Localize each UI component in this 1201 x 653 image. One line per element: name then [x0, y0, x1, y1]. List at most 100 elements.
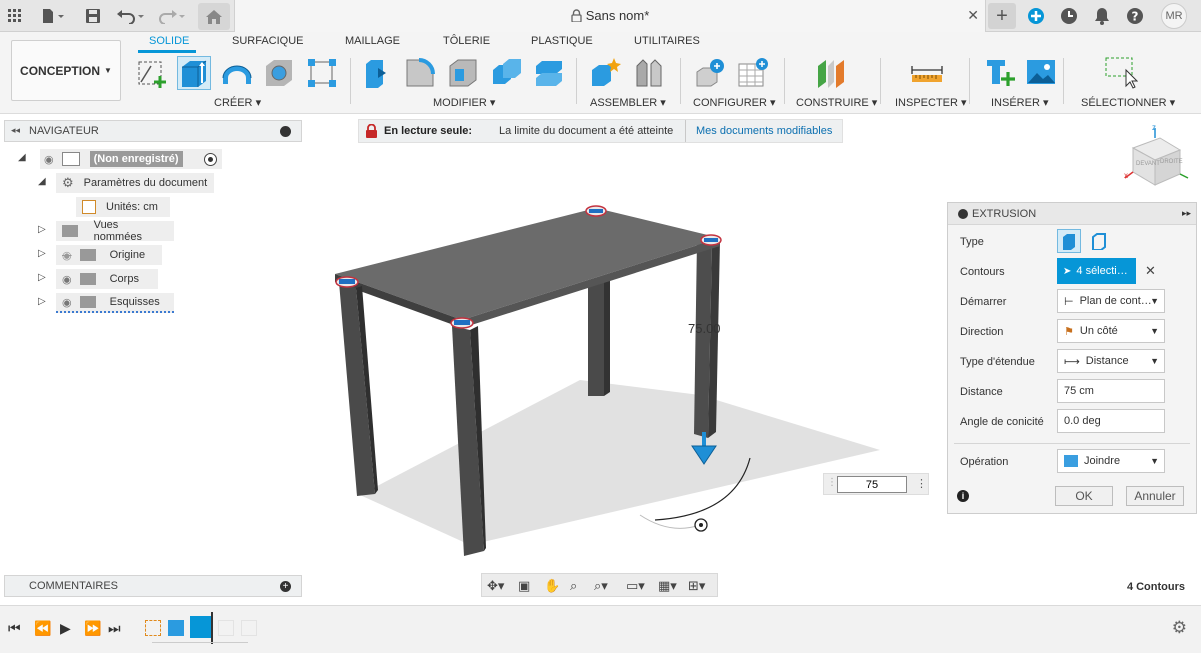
nav-root[interactable]: ◉ (Non enregistré)	[40, 149, 222, 169]
minimize-icon[interactable]	[280, 126, 291, 137]
go-to-start-icon[interactable]: ⏮	[8, 620, 21, 637]
insert-mcmaster-icon[interactable]	[983, 56, 1017, 90]
expand-bodies-icon[interactable]: ▷	[38, 272, 46, 283]
more-options-icon[interactable]: ⋮	[916, 477, 927, 490]
group-label-assembler[interactable]: ASSEMBLER ▾	[590, 96, 666, 109]
job-status-icon[interactable]	[1057, 4, 1081, 28]
editable-documents-link[interactable]: Mes documents modifiables	[696, 125, 832, 137]
measure-icon[interactable]	[910, 56, 944, 90]
tab-plastique[interactable]: PLASTIQUE	[531, 35, 593, 47]
timeline-feature-extrude[interactable]	[168, 620, 184, 636]
window-select-icon[interactable]	[1104, 56, 1139, 90]
file-menu-icon[interactable]	[37, 4, 69, 28]
press-pull-icon[interactable]	[360, 56, 394, 90]
group-label-inspecter[interactable]: INSPECTER ▾	[895, 96, 967, 109]
contours-select-button[interactable]: ➤ 4 sélecti…	[1057, 258, 1136, 284]
extensions-icon[interactable]	[1024, 4, 1048, 28]
fit-view-icon[interactable]: ⌕▾	[594, 578, 608, 594]
visibility-eye-icon[interactable]: ◉	[62, 296, 72, 309]
joint-icon[interactable]	[632, 56, 666, 90]
group-label-selectionner[interactable]: SÉLECTIONNER ▾	[1081, 96, 1175, 109]
viewports-icon[interactable]: ⊞▾	[688, 578, 705, 594]
timeline-feature-future-2[interactable]	[241, 620, 257, 636]
visibility-eye-icon[interactable]: ◉	[44, 153, 54, 166]
viewcube[interactable]	[1124, 128, 1189, 186]
help-icon[interactable]: ?	[1123, 4, 1147, 28]
tab-utilitaires[interactable]: UTILITAIRES	[634, 35, 700, 47]
revolve-icon[interactable]	[220, 56, 254, 90]
info-icon[interactable]: i	[957, 490, 969, 502]
undo-icon[interactable]	[114, 4, 148, 28]
redo-icon[interactable]	[155, 4, 189, 28]
direction-dropdown[interactable]: ⚑ Un côté ▼	[1057, 319, 1165, 343]
look-at-icon[interactable]: ▣	[518, 578, 530, 594]
offset-plane-icon[interactable]	[815, 56, 849, 90]
home-icon[interactable]	[198, 3, 230, 30]
extent-dropdown[interactable]: ⟼ Distance ▼	[1057, 349, 1165, 373]
insert-canvas-icon[interactable]	[1024, 56, 1058, 90]
step-back-icon[interactable]: ⏪	[34, 620, 51, 637]
create-sketch-icon[interactable]	[135, 56, 169, 90]
expand-settings-icon[interactable]: ◢	[38, 176, 46, 187]
configuration-table-icon[interactable]	[736, 56, 770, 90]
tab-surfacique[interactable]: SURFACIQUE	[232, 35, 304, 47]
taper-angle-input[interactable]: 0.0 deg	[1057, 409, 1165, 433]
expand-arrows-icon[interactable]: ▸▸	[1182, 208, 1191, 219]
document-tab[interactable]: Sans nom* ✕	[234, 0, 986, 32]
operation-dropdown[interactable]: Joindre ▼	[1057, 449, 1165, 473]
type-solid-icon[interactable]	[1057, 229, 1081, 253]
group-label-configurer[interactable]: CONFIGURER ▾	[693, 96, 776, 109]
timeline-feature-future-1[interactable]	[218, 620, 234, 636]
expand-origin-icon[interactable]: ▷	[38, 248, 46, 259]
group-label-inserer[interactable]: INSÉRER ▾	[991, 96, 1048, 109]
hole-icon[interactable]	[262, 56, 296, 90]
configure-icon[interactable]	[693, 56, 727, 90]
timeline-feature-sketch[interactable]	[145, 620, 161, 636]
collapse-arrows-icon[interactable]: ◂◂	[11, 125, 20, 136]
extrude-icon[interactable]	[177, 56, 211, 90]
user-avatar[interactable]: MR	[1161, 3, 1187, 29]
app-grid-icon[interactable]	[3, 4, 27, 28]
start-dropdown[interactable]: ⊢ Plan de cont… ▼	[1057, 289, 1165, 313]
expand-root-icon[interactable]: ◢	[18, 152, 26, 163]
new-tab-icon[interactable]: +	[988, 3, 1016, 29]
tab-tolerie[interactable]: TÔLERIE	[443, 35, 490, 47]
group-label-creer[interactable]: CRÉER ▾	[214, 96, 261, 109]
comments-bar[interactable]: COMMENTAIRES +	[4, 575, 302, 597]
nav-named-views[interactable]: Vues nommées	[56, 219, 174, 243]
close-tab-icon[interactable]: ✕	[967, 7, 979, 24]
expand-views-icon[interactable]: ▷	[38, 224, 46, 235]
visibility-eye-icon[interactable]: ◉	[62, 273, 72, 286]
go-to-end-icon[interactable]: ⏭	[108, 620, 121, 637]
fillet-icon[interactable]	[404, 56, 438, 90]
type-thin-icon[interactable]	[1087, 229, 1111, 253]
drag-handle-icon[interactable]: ⋮	[827, 477, 837, 488]
notifications-icon[interactable]	[1090, 4, 1114, 28]
navigator-header[interactable]: ◂◂ NAVIGATEUR	[4, 120, 302, 142]
tab-solide[interactable]: SOLIDE	[149, 35, 189, 47]
timeline-settings-gear-icon[interactable]: ⚙	[1172, 618, 1187, 638]
save-icon[interactable]	[81, 4, 105, 28]
combine-icon[interactable]	[489, 56, 523, 90]
zoom-icon[interactable]: ⌕	[570, 578, 577, 594]
distance-heads-up-field[interactable]	[837, 476, 907, 493]
extrusion-header[interactable]: EXTRUSION ▸▸	[948, 203, 1196, 225]
workspace-switcher[interactable]: CONCEPTION ▼	[11, 40, 121, 101]
clear-selection-icon[interactable]: ✕	[1145, 263, 1156, 279]
hidden-eye-icon[interactable]: ◉	[62, 249, 72, 262]
nav-document-settings[interactable]: ⚙ Paramètres du document	[56, 173, 214, 193]
add-comment-icon[interactable]: +	[280, 581, 291, 592]
cancel-button[interactable]: Annuler	[1126, 486, 1184, 506]
grid-settings-icon[interactable]: ▦▾	[658, 578, 677, 594]
shell-icon[interactable]	[446, 56, 480, 90]
group-label-modifier[interactable]: MODIFIER ▾	[433, 96, 495, 109]
nav-origin[interactable]: ◉ Origine	[56, 245, 162, 265]
expand-sketches-icon[interactable]: ▷	[38, 296, 46, 307]
orbit-icon[interactable]: ✥▾	[487, 578, 504, 594]
activate-radio-icon[interactable]	[204, 152, 217, 166]
new-component-icon[interactable]	[589, 56, 623, 90]
minimize-icon[interactable]	[958, 209, 968, 219]
display-settings-icon[interactable]: ▭▾	[626, 578, 645, 594]
play-icon[interactable]: ▶	[60, 620, 71, 637]
ok-button[interactable]: OK	[1055, 486, 1113, 506]
